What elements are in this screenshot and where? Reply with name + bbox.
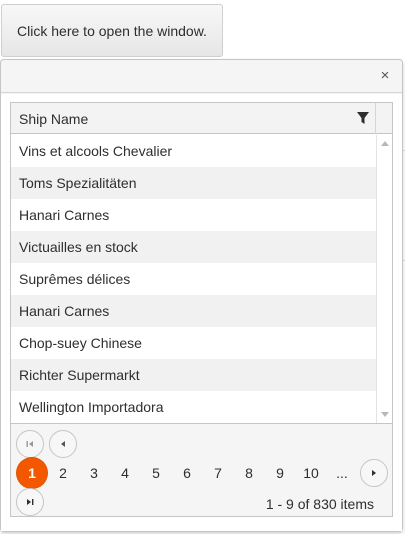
page-button[interactable]: 8: [234, 458, 264, 488]
vertical-scrollbar[interactable]: [376, 135, 392, 423]
table-row[interactable]: Hanari Carnes: [11, 295, 376, 327]
pager-info: 1 - 9 of 830 items: [265, 496, 374, 512]
page-button[interactable]: 7: [203, 458, 233, 488]
modal-window: × Ship Name Vins et alcools Chevalier To…: [0, 59, 403, 532]
page-button[interactable]: 6: [172, 458, 202, 488]
table-row[interactable]: Wellington Importadora: [11, 391, 376, 423]
grid-rows: Vins et alcools Chevalier Toms Spezialit…: [11, 135, 376, 423]
window-titlebar: ×: [1, 60, 402, 93]
first-page-button[interactable]: [16, 430, 44, 458]
page-button-current[interactable]: 1: [17, 458, 47, 488]
last-page-icon: [27, 499, 34, 505]
grid-header: Ship Name: [11, 103, 392, 134]
previous-page-icon: [61, 441, 65, 447]
column-header-label: Ship Name: [19, 110, 89, 127]
page-button[interactable]: 5: [141, 458, 171, 488]
table-row[interactable]: Hanari Carnes: [11, 199, 376, 231]
window-content: Ship Name Vins et alcools Chevalier Toms…: [1, 94, 402, 531]
table-row[interactable]: Vins et alcools Chevalier: [11, 135, 376, 167]
page-button[interactable]: 10: [296, 458, 326, 488]
table-row[interactable]: Victuailles en stock: [11, 231, 376, 263]
filter-icon[interactable]: [355, 110, 371, 126]
close-icon[interactable]: ×: [376, 67, 394, 85]
page-button[interactable]: 3: [79, 458, 109, 488]
page-button[interactable]: 9: [265, 458, 295, 488]
table-row[interactable]: Chop-suey Chinese: [11, 327, 376, 359]
page-button[interactable]: 4: [110, 458, 140, 488]
next-page-icon: [372, 470, 376, 476]
next-page-button[interactable]: [360, 459, 388, 487]
previous-page-button[interactable]: [49, 430, 77, 458]
table-row[interactable]: Richter Supermarkt: [11, 359, 376, 391]
first-page-icon: [26, 441, 33, 447]
grid-pager: 1 2 3 4 5 6 7 8 9 10 ... 1 - 9 of 830 it…: [11, 423, 392, 516]
table-row[interactable]: Suprêmes délices: [11, 263, 376, 295]
table-row[interactable]: Toms Spezialitäten: [11, 167, 376, 199]
page-button[interactable]: 2: [48, 458, 78, 488]
scroll-up-arrow-icon[interactable]: [381, 141, 389, 146]
ship-grid: Ship Name Vins et alcools Chevalier Toms…: [10, 102, 393, 517]
more-pages-button[interactable]: ...: [327, 458, 357, 488]
last-page-button[interactable]: [16, 488, 44, 516]
open-window-button[interactable]: Click here to open the window.: [1, 4, 223, 57]
scroll-down-arrow-icon[interactable]: [381, 412, 389, 417]
column-header-ship-name[interactable]: Ship Name: [11, 103, 376, 134]
